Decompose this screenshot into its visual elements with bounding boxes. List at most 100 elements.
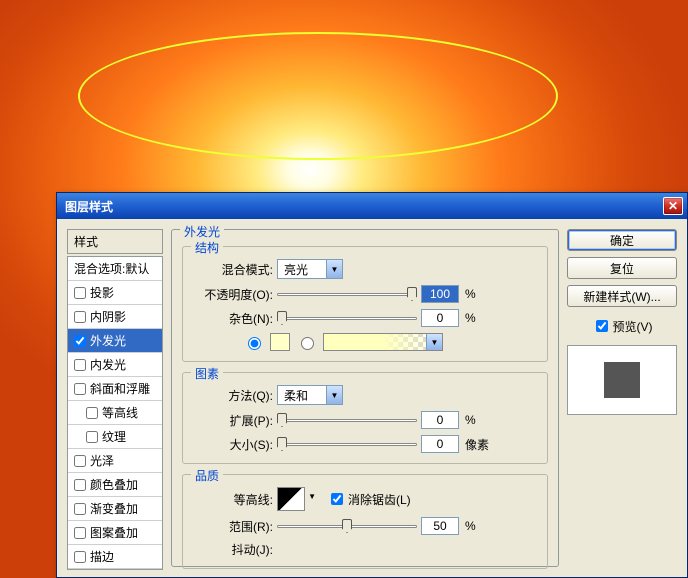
style-item-color-overlay[interactable]: 颜色叠加	[68, 473, 162, 497]
close-button[interactable]: ✕	[663, 197, 683, 215]
dialog-title: 图层样式	[65, 198, 663, 215]
styles-list: 混合选项:默认 投影 内阴影 外发光 内发光	[67, 256, 163, 570]
style-item-drop-shadow[interactable]: 投影	[68, 281, 162, 305]
style-label: 描边	[90, 548, 114, 565]
range-label: 范围(R):	[193, 518, 273, 535]
style-item-outer-glow[interactable]: 外发光	[68, 329, 162, 353]
range-unit: %	[465, 519, 485, 533]
technique-dropdown[interactable]: 柔和 ▼	[277, 385, 343, 405]
preview-input[interactable]	[596, 320, 608, 332]
style-checkbox[interactable]	[74, 455, 86, 467]
blend-mode-dropdown[interactable]: 亮光 ▼	[277, 259, 343, 279]
gradient-radio[interactable]	[301, 337, 314, 350]
noise-label: 杂色(N):	[193, 310, 273, 327]
style-checkbox[interactable]	[74, 335, 86, 347]
style-label: 外发光	[90, 332, 126, 349]
glow-gradient-swatch[interactable]: ▼	[323, 333, 443, 351]
style-item-satin[interactable]: 光泽	[68, 449, 162, 473]
style-item-texture[interactable]: 纹理	[68, 425, 162, 449]
chevron-down-icon: ▼	[326, 260, 342, 278]
style-checkbox[interactable]	[74, 503, 86, 515]
chevron-down-icon: ▼	[308, 492, 316, 501]
style-item-inner-shadow[interactable]: 内阴影	[68, 305, 162, 329]
style-label: 纹理	[102, 428, 126, 445]
style-checkbox[interactable]	[74, 287, 86, 299]
ok-button[interactable]: 确定	[567, 229, 677, 251]
noise-row: 杂色(N): 0 %	[193, 309, 537, 327]
layer-style-dialog: 图层样式 ✕ 样式 混合选项:默认 投影 内阴影	[56, 192, 688, 578]
style-label: 光泽	[90, 452, 114, 469]
styles-column: 样式 混合选项:默认 投影 内阴影 外发光	[67, 229, 163, 567]
style-item-gradient-overlay[interactable]: 渐变叠加	[68, 497, 162, 521]
technique-row: 方法(Q): 柔和 ▼	[193, 385, 537, 405]
style-label: 混合选项:默认	[74, 260, 149, 277]
size-input[interactable]: 0	[421, 435, 459, 453]
dialog-titlebar[interactable]: 图层样式 ✕	[57, 193, 687, 219]
preview-swatch	[567, 345, 677, 415]
range-input[interactable]: 50	[421, 517, 459, 535]
antialias-label: 消除锯齿(L)	[348, 491, 411, 508]
solid-color-radio[interactable]	[248, 337, 261, 350]
contour-label: 等高线:	[193, 491, 273, 508]
opacity-input[interactable]: 100	[421, 285, 459, 303]
jitter-label: 抖动(J):	[193, 541, 273, 558]
cancel-button[interactable]: 复位	[567, 257, 677, 279]
style-item-contour[interactable]: 等高线	[68, 401, 162, 425]
noise-slider[interactable]	[277, 309, 417, 327]
style-checkbox[interactable]	[86, 407, 98, 419]
style-checkbox[interactable]	[74, 383, 86, 395]
size-unit: 像素	[465, 436, 489, 453]
preview-label: 预览(V)	[613, 318, 653, 335]
style-label: 内发光	[90, 356, 126, 373]
quality-group: 品质 等高线: ▼ 消除锯齿(L) 范围(R):	[182, 474, 548, 569]
style-checkbox[interactable]	[86, 431, 98, 443]
contour-picker[interactable]: ▼	[277, 487, 305, 511]
style-checkbox[interactable]	[74, 311, 86, 323]
style-item-stroke[interactable]: 描边	[68, 545, 162, 569]
opacity-unit: %	[465, 287, 485, 301]
blend-mode-value: 亮光	[278, 261, 326, 278]
panel-title: 外发光	[180, 223, 224, 240]
new-style-button[interactable]: 新建样式(W)...	[567, 285, 677, 307]
antialias-checkbox[interactable]: 消除锯齿(L)	[327, 490, 411, 508]
style-item-pattern-overlay[interactable]: 图案叠加	[68, 521, 162, 545]
size-label: 大小(S):	[193, 436, 273, 453]
blend-mode-row: 混合模式: 亮光 ▼	[193, 259, 537, 279]
style-item-inner-glow[interactable]: 内发光	[68, 353, 162, 377]
spread-input[interactable]: 0	[421, 411, 459, 429]
style-label: 内阴影	[90, 308, 126, 325]
preview-checkbox[interactable]: 预览(V)	[567, 317, 677, 335]
blend-mode-label: 混合模式:	[193, 261, 273, 278]
style-item-bevel-emboss[interactable]: 斜面和浮雕	[68, 377, 162, 401]
style-label: 投影	[90, 284, 114, 301]
style-label: 渐变叠加	[90, 500, 138, 517]
styles-header[interactable]: 样式	[67, 229, 163, 254]
style-checkbox[interactable]	[74, 479, 86, 491]
antialias-input[interactable]	[331, 493, 343, 505]
dialog-body: 样式 混合选项:默认 投影 内阴影 外发光	[57, 219, 687, 577]
jitter-row: 抖动(J):	[193, 541, 537, 558]
contour-row: 等高线: ▼ 消除锯齿(L)	[193, 487, 537, 511]
elements-title: 图素	[191, 365, 223, 382]
structure-group: 结构 混合模式: 亮光 ▼ 不透明度(O): 100 %	[182, 246, 548, 362]
style-item-blend-options[interactable]: 混合选项:默认	[68, 257, 162, 281]
style-label: 等高线	[102, 404, 138, 421]
opacity-slider[interactable]	[277, 285, 417, 303]
opacity-row: 不透明度(O): 100 %	[193, 285, 537, 303]
range-slider[interactable]	[277, 517, 417, 535]
style-checkbox[interactable]	[74, 359, 86, 371]
glow-color-swatch[interactable]	[270, 333, 290, 351]
preview-square	[604, 362, 640, 398]
outer-glow-panel: 外发光 结构 混合模式: 亮光 ▼ 不透明度(O): 100 %	[171, 229, 559, 567]
structure-title: 结构	[191, 239, 223, 256]
spread-slider[interactable]	[277, 411, 417, 429]
size-slider[interactable]	[277, 435, 417, 453]
style-checkbox[interactable]	[74, 527, 86, 539]
elements-group: 图素 方法(Q): 柔和 ▼ 扩展(P): 0 %	[182, 372, 548, 464]
style-label: 图案叠加	[90, 524, 138, 541]
noise-input[interactable]: 0	[421, 309, 459, 327]
spread-row: 扩展(P): 0 %	[193, 411, 537, 429]
style-checkbox[interactable]	[74, 551, 86, 563]
spread-unit: %	[465, 413, 485, 427]
style-label: 斜面和浮雕	[90, 380, 150, 397]
